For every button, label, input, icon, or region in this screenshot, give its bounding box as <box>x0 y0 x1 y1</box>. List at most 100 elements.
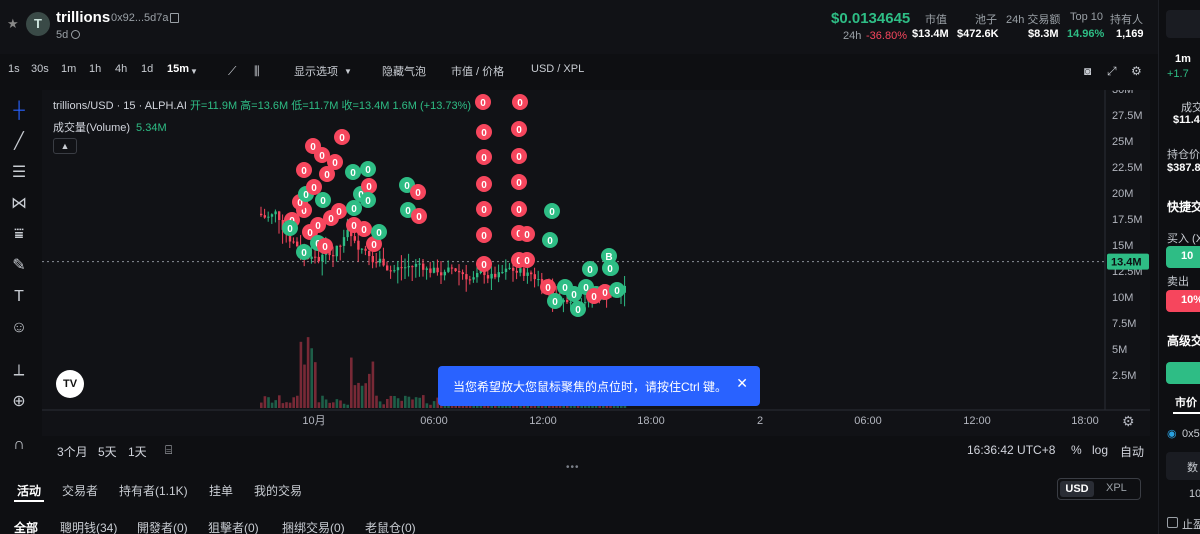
trendline-icon[interactable]: ╱ <box>8 131 30 153</box>
candle-body <box>490 273 493 279</box>
candle-body <box>371 256 374 263</box>
resize-handle[interactable]: ••• <box>566 462 580 473</box>
rp-buy-amount[interactable]: 10 <box>1181 250 1193 262</box>
ruler-icon[interactable]: ⟂ <box>8 360 30 382</box>
bubble-label: 0 <box>371 240 377 251</box>
horizontal-lines-icon[interactable]: ☰ <box>8 162 30 184</box>
text-icon[interactable]: T <box>8 286 30 308</box>
volume-bar <box>292 397 295 408</box>
search-icon[interactable] <box>71 30 80 39</box>
crosshair-icon[interactable]: ┼ <box>8 100 30 122</box>
collapse-legend-button[interactable]: ▲ <box>53 138 77 154</box>
interval-box <box>1166 10 1200 38</box>
activity-tabs: 活动 交易者 持有者(1.1K) 挂单 我的交易 <box>0 474 1158 502</box>
zoom-in-icon[interactable]: ⊕ <box>8 391 30 413</box>
currency-toggle[interactable]: USD XPL <box>1057 478 1141 500</box>
volume-bar <box>425 403 429 408</box>
tab-activity[interactable]: 活动 <box>17 482 41 499</box>
fib-icon[interactable]: ⩸ <box>8 224 30 246</box>
candle-body <box>375 262 378 264</box>
range-1d[interactable]: 1天 <box>128 443 147 460</box>
candle-body <box>432 267 436 273</box>
rp-interval[interactable]: 1m <box>1175 53 1191 65</box>
x-tick-label: 06:00 <box>854 415 882 427</box>
telegram-icon[interactable]: ◉ <box>1167 427 1177 440</box>
filter-dev[interactable]: 開發者(0) <box>137 519 188 534</box>
calendar-icon[interactable]: ⌸ <box>165 443 172 458</box>
filter-all[interactable]: 全部 <box>14 519 38 534</box>
candle-body <box>332 255 335 257</box>
display-options-button[interactable]: 显示选项 <box>294 63 338 79</box>
bubble-label: 0 <box>311 183 317 194</box>
emoji-icon[interactable]: ☺ <box>8 317 30 339</box>
volume-bar <box>346 404 349 408</box>
change-value: -36.80% <box>866 30 907 42</box>
auto-toggle[interactable]: 自动 <box>1120 443 1144 460</box>
candle-body <box>465 274 468 280</box>
brush-icon[interactable]: ✎ <box>8 255 30 277</box>
tradingview-logo[interactable]: TV <box>56 370 84 398</box>
bubble-label: 0 <box>415 188 421 199</box>
copy-icon[interactable] <box>170 13 179 23</box>
pattern-icon[interactable]: ⋈ <box>8 193 30 215</box>
favorite-star-icon[interactable]: ★ <box>7 16 19 32</box>
interval-1s[interactable]: 1s <box>8 63 20 75</box>
log-toggle[interactable]: log <box>1092 443 1108 457</box>
mcap-price-toggle[interactable]: 市值 / 价格 <box>451 63 504 79</box>
interval-30s[interactable]: 30s <box>31 63 49 75</box>
close-icon[interactable]: ✕ <box>736 375 748 392</box>
stop-checkbox[interactable] <box>1167 517 1178 528</box>
candle-body <box>393 270 396 272</box>
percent-toggle[interactable]: % <box>1071 443 1082 457</box>
candle-body <box>342 237 346 246</box>
candle-body <box>364 248 367 251</box>
candle-body <box>468 279 472 281</box>
clock-display[interactable]: 16:36:42 UTC+8 <box>967 443 1055 457</box>
candle-type-icon[interactable]: ⫼ <box>254 64 260 79</box>
candle-body <box>260 213 263 216</box>
hide-bubbles-button[interactable]: 隐藏气泡 <box>382 63 426 79</box>
x-tick-label: 2 <box>757 415 763 427</box>
interval-1h[interactable]: 1h <box>89 63 101 75</box>
indicator-icon[interactable]: ⟋ <box>228 64 236 79</box>
stat-mcap-label: 市值 <box>925 14 947 26</box>
volume-bar <box>342 403 346 408</box>
tab-my-trades[interactable]: 我的交易 <box>254 482 302 499</box>
settings-icon[interactable]: ⚙ <box>1131 64 1142 78</box>
range-5d[interactable]: 5天 <box>98 443 117 460</box>
camera-icon[interactable]: ◙ <box>1084 64 1091 78</box>
currency-usd[interactable]: USD <box>1060 481 1094 497</box>
range-3m[interactable]: 3个月 <box>57 443 88 460</box>
bubble-label: 0 <box>404 181 410 192</box>
rp-market[interactable]: 市价 <box>1175 394 1197 410</box>
magnet-icon[interactable]: ∩ <box>8 434 30 456</box>
filter-bundle[interactable]: 捆绑交易(0) <box>282 519 345 534</box>
filter-sniper[interactable]: 狙擊者(0) <box>208 519 259 534</box>
rp-vol-label: 成交 <box>1181 102 1200 114</box>
chevron-down-icon[interactable]: ▼ <box>344 67 352 76</box>
bubble-label: 0 <box>591 292 597 303</box>
bubble-label: 0 <box>524 230 530 241</box>
interval-4h[interactable]: 4h <box>115 63 127 75</box>
rp-sell-amount[interactable]: 10% <box>1181 294 1200 306</box>
volume-bar <box>288 402 292 408</box>
currency-xpl[interactable]: XPL <box>1106 482 1127 494</box>
filter-smart-money[interactable]: 聰明钱(34) <box>60 519 117 534</box>
stat-top10-value: 14.96% <box>1067 28 1105 40</box>
filter-insider[interactable]: 老鼠仓(0) <box>365 519 416 534</box>
interval-15m[interactable]: 15m <box>167 63 189 75</box>
bubble-label: 0 <box>405 206 411 217</box>
tab-traders[interactable]: 交易者 <box>62 482 98 499</box>
candle-body <box>368 250 371 257</box>
legend-symbol: trillions/USD · 15 · ALPH.AI <box>53 100 187 112</box>
interval-1m[interactable]: 1m <box>61 63 76 75</box>
usd-xpl-toggle[interactable]: USD / XPL <box>531 63 584 75</box>
candle-body <box>447 267 450 272</box>
candle-body <box>407 266 410 268</box>
fullscreen-icon[interactable]: ⤢ <box>1107 64 1117 79</box>
tab-holders[interactable]: 持有者(1.1K) <box>119 482 188 499</box>
chevron-down-icon[interactable]: ▼ <box>190 67 198 76</box>
tab-orders[interactable]: 挂单 <box>209 482 233 499</box>
interval-1d[interactable]: 1d <box>141 63 153 75</box>
advanced-action-button[interactable] <box>1166 362 1200 384</box>
